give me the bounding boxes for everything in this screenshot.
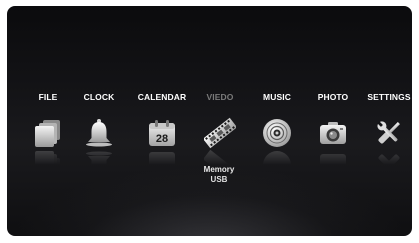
bell-icon	[83, 117, 115, 149]
menu-item-settings[interactable]: SETTINGS	[359, 92, 412, 165]
menu-item-photo[interactable]: PHOTO	[303, 92, 363, 165]
calendar-day-number: 28	[156, 133, 168, 145]
video-submenu: Memory USB	[197, 165, 241, 185]
calendar-icon: 28	[146, 117, 178, 149]
camera-icon	[317, 117, 349, 149]
menu-item-clock[interactable]: CLOCK	[69, 92, 129, 165]
icon-reflection	[261, 149, 293, 165]
tools-icon	[373, 117, 405, 149]
submenu-item-usb[interactable]: USB	[197, 175, 241, 185]
tv-screen: FILE CLOCK CALENDAR 28 VIEDO MUSIC PHOTO…	[7, 6, 412, 236]
icon-reflection	[204, 149, 236, 165]
icon-reflection	[373, 149, 405, 165]
menu-item-video[interactable]: VIEDO	[190, 92, 250, 165]
file-stack-icon	[32, 117, 64, 149]
menu-item-music[interactable]: MUSIC	[247, 92, 307, 165]
menu-label-video: VIEDO	[206, 92, 234, 102]
film-strip-icon	[204, 117, 236, 149]
menu-label-clock: CLOCK	[83, 92, 115, 102]
menu-item-calendar[interactable]: CALENDAR 28	[132, 92, 192, 165]
disc-icon	[261, 117, 293, 149]
icon-reflection	[146, 149, 178, 165]
menu-label-settings: SETTINGS	[367, 92, 411, 102]
menu-label-photo: PHOTO	[317, 92, 349, 102]
icon-reflection	[83, 149, 115, 165]
menu-label-music: MUSIC	[263, 92, 291, 102]
menu-label-calendar: CALENDAR	[137, 92, 187, 102]
icon-reflection	[32, 149, 64, 165]
submenu-item-memory[interactable]: Memory	[197, 165, 241, 175]
icon-reflection	[317, 149, 349, 165]
